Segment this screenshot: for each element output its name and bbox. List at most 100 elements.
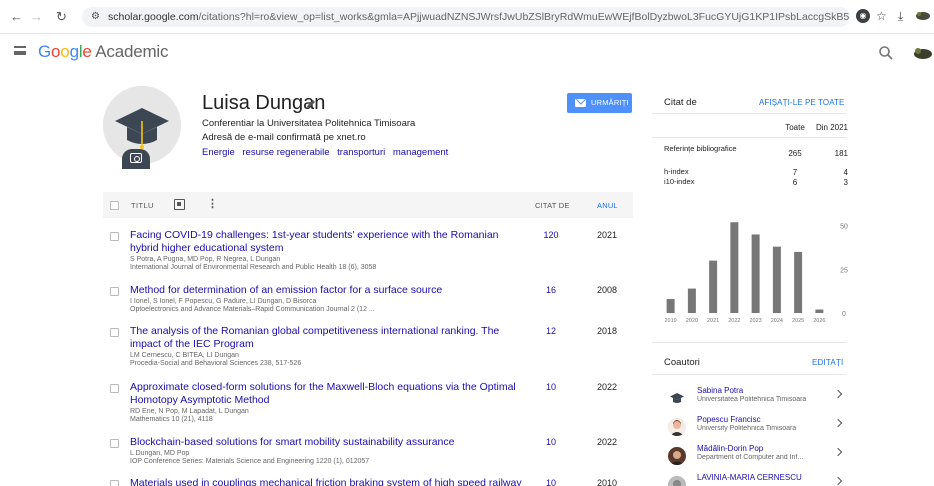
coauthor-affiliation: University Politehnica Timisoara	[697, 425, 797, 432]
article-cited-by[interactable]: 10	[533, 382, 569, 392]
cited-by-label: Citat de	[664, 97, 697, 108]
chevron-right-icon[interactable]	[833, 389, 843, 399]
follow-button[interactable]: URMĂRIȚI	[567, 93, 632, 113]
column-title-sort[interactable]: TITLU	[131, 201, 154, 210]
row-checkbox[interactable]	[110, 287, 119, 296]
article-title-link[interactable]: Facing COVID-19 challenges: 1st-year stu…	[130, 229, 522, 254]
article-cited-by[interactable]: 12	[533, 326, 569, 336]
article-venue: International Journal of Environmental R…	[130, 264, 377, 271]
menu-icon[interactable]	[14, 46, 26, 55]
citations-per-year-chart: 50 25 0 2019 2020 2021 2022 2023 2024 2025 2026	[665, 222, 848, 324]
row-checkbox[interactable]	[110, 480, 119, 486]
chart-bar[interactable]	[794, 251, 803, 313]
divider	[652, 113, 847, 114]
change-photo-button[interactable]	[122, 149, 150, 169]
chart-bar[interactable]	[815, 309, 824, 313]
article-cited-by[interactable]: 10	[533, 478, 569, 486]
articles-table-header: TITLU ⋮ CITAT DE ANUL	[103, 192, 633, 218]
article-year: 2008	[597, 285, 618, 295]
interest-link[interactable]: resurse regenerabile	[242, 147, 329, 158]
see-all-link[interactable]: AFIȘAȚI-LE PE TOATE	[759, 98, 844, 107]
bookmark-star-icon[interactable]: ☆	[876, 9, 887, 23]
interest-link[interactable]: management	[393, 147, 448, 158]
url-host: scholar.google.com	[108, 11, 199, 23]
article-title-link[interactable]: Blockchain-based solutions for smart mob…	[130, 436, 522, 449]
coauthor-affiliation: Department of Computer and Inf...	[697, 454, 804, 461]
column-year-sort[interactable]: ANUL	[597, 201, 618, 210]
search-icon[interactable]	[878, 45, 894, 61]
interest-link[interactable]: transporturi	[337, 147, 385, 158]
coauthor-name[interactable]: Mădălin-Dorin Pop	[697, 444, 763, 453]
chart-bar[interactable]	[666, 299, 675, 313]
article-venue: Mathematics 10 (21), 4118	[130, 416, 213, 423]
coauthor-avatar	[668, 389, 686, 407]
x-tick-label: 2026	[813, 318, 825, 324]
url-path: /citations?hl=ro&view_op=list_works&gmla…	[198, 11, 850, 23]
profile-email: Adresă de e-mail confirmată pe xnet.ro	[202, 132, 366, 143]
row-checkbox[interactable]	[110, 384, 119, 393]
select-all-checkbox[interactable]	[110, 201, 119, 210]
edit-coauthors-link[interactable]: EDITAȚI	[812, 358, 843, 367]
column-cited-by-sort[interactable]: CITAT DE	[535, 201, 570, 210]
address-bar[interactable]: ⚙ scholar.google.com/citations?hl=ro&view…	[82, 7, 850, 27]
table-row: The analysis of the Romanian global comp…	[103, 325, 633, 369]
y-tick-label: 0	[842, 311, 846, 318]
chevron-right-icon[interactable]	[833, 476, 843, 486]
article-title-link[interactable]: The analysis of the Romanian global comp…	[130, 325, 522, 350]
row-checkbox[interactable]	[110, 328, 119, 337]
account-avatar-icon[interactable]	[912, 45, 934, 61]
google-lens-icon[interactable]: ◉	[856, 9, 870, 23]
x-tick-label: 2022	[728, 318, 740, 324]
more-options-icon[interactable]: ⋮	[207, 198, 218, 211]
chart-bar[interactable]	[687, 288, 696, 313]
row-checkbox[interactable]	[110, 232, 119, 241]
site-info-icon[interactable]: ⚙	[91, 7, 100, 27]
divider	[652, 137, 847, 138]
coauthor-item[interactable]: Popescu Francisc University Politehnica …	[652, 414, 847, 438]
chevron-right-icon[interactable]	[833, 447, 843, 457]
stats-col-since[interactable]: Din 2021	[807, 123, 848, 132]
row-checkbox[interactable]	[110, 439, 119, 448]
chart-bar[interactable]	[709, 260, 718, 313]
back-icon[interactable]: ←	[10, 10, 23, 24]
x-tick-label: 2025	[792, 318, 804, 324]
article-year: 2022	[597, 382, 618, 392]
chart-bar[interactable]	[730, 222, 739, 313]
stat-value-since: 181	[834, 149, 848, 158]
article-title-link[interactable]: Materials used in couplings mechanical f…	[130, 477, 522, 486]
mail-icon	[575, 99, 586, 107]
download-icon[interactable]: ⤓	[898, 9, 903, 23]
article-title-link[interactable]: Method for determination of an emission …	[130, 284, 522, 297]
article-cited-by[interactable]: 16	[533, 285, 569, 295]
extension-icon[interactable]	[915, 11, 931, 21]
article-cited-by[interactable]: 120	[533, 230, 569, 240]
google-scholar-logo[interactable]: Google Academic	[38, 42, 169, 62]
article-venue: Optoelectronics and Advance Materials–Ra…	[130, 306, 375, 313]
interest-link[interactable]: Energie	[202, 147, 235, 158]
coauthors-label: Coautori	[664, 357, 700, 368]
cited-by-header: Citat de AFIȘAȚI-LE PE TOATE	[652, 92, 847, 112]
edit-pencil-icon[interactable]	[305, 98, 317, 110]
x-tick-label: 2021	[707, 318, 719, 324]
merge-icon[interactable]	[174, 199, 185, 210]
coauthor-item[interactable]: Mădălin-Dorin Pop Department of Computer…	[652, 443, 847, 467]
forward-icon[interactable]: →	[30, 10, 43, 24]
follow-label: URMĂRIȚI	[591, 98, 629, 107]
coauthor-name[interactable]: LAVINIA-MARIA CERNESCU	[697, 473, 802, 482]
coauthor-item[interactable]: Sabina Potra Universitatea Politehnica T…	[652, 385, 847, 409]
stat-label-citations: Referințe bibliografice	[664, 144, 737, 153]
chevron-right-icon[interactable]	[833, 418, 843, 428]
chart-bar[interactable]	[751, 234, 760, 313]
table-row: Method for determination of an emission …	[103, 284, 633, 316]
article-cited-by[interactable]: 10	[533, 437, 569, 447]
stat-label-h-index: h-index	[664, 167, 689, 176]
coauthor-name[interactable]: Sabina Potra	[697, 386, 743, 395]
reload-icon[interactable]: ↻	[56, 10, 67, 24]
chart-bar[interactable]	[772, 246, 781, 313]
article-title-link[interactable]: Approximate closed-form solutions for th…	[130, 381, 522, 406]
coauthor-name[interactable]: Popescu Francisc	[697, 415, 761, 424]
coauthor-item[interactable]: LAVINIA-MARIA CERNESCU	[652, 472, 847, 486]
stat-value-since: 4	[843, 168, 848, 177]
coauthor-affiliation: Universitatea Politehnica Timisoara	[697, 396, 807, 403]
divider	[652, 374, 847, 375]
